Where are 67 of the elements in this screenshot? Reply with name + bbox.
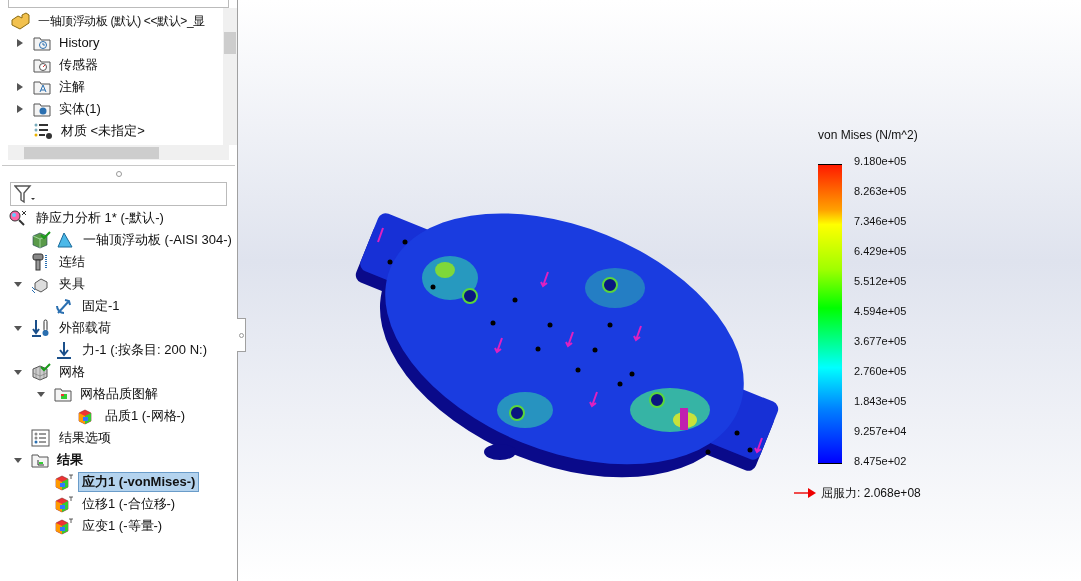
tree-item[interactable]: 一轴顶浮动板 (默认) <<默认>_显 <box>34 11 209 31</box>
result-plot-icon <box>54 495 74 513</box>
scale-label: 8.475e+02 <box>854 454 907 469</box>
result-plot-icon <box>54 517 74 535</box>
scale-label: 3.677e+05 <box>854 334 907 349</box>
tree-item[interactable]: 应力1 (-vonMises-) <box>78 472 200 492</box>
tree-item[interactable]: 网格品质图解 <box>76 384 162 404</box>
expand-arrow-icon[interactable] <box>17 83 23 91</box>
material-list-icon <box>33 122 53 140</box>
load-thermometer-icon <box>31 319 51 337</box>
collapse-arrow-icon[interactable] <box>37 392 45 397</box>
expand-arrow-icon[interactable] <box>17 105 23 113</box>
top-field[interactable] <box>8 0 229 8</box>
force-arrow-icon <box>54 341 74 359</box>
scale-label: 2.760e+05 <box>854 364 907 379</box>
tree-item[interactable]: 夹具 <box>55 274 89 294</box>
scrollbar-thumb[interactable] <box>24 146 159 159</box>
tree-item[interactable]: 结果选项 <box>55 428 115 448</box>
vertical-scrollbar[interactable] <box>223 8 237 145</box>
tree-item[interactable]: 连结 <box>55 252 89 272</box>
expand-arrow-icon[interactable] <box>17 39 23 47</box>
tree-item[interactable]: 实体(1) <box>55 99 105 119</box>
collapse-arrow-icon[interactable] <box>14 458 22 463</box>
scale-label: 9.257e+04 <box>854 424 907 439</box>
body-folder-icon <box>33 101 51 117</box>
yield-arrow-icon <box>794 488 818 498</box>
tree-item[interactable]: 网格 <box>55 362 89 382</box>
tree-item[interactable]: 力-1 (:按条目: 200 N:) <box>78 340 211 360</box>
scale-label: 4.594e+05 <box>854 304 907 319</box>
tree-item[interactable]: 位移1 (-合位移-) <box>78 494 180 514</box>
tree-item[interactable]: 品质1 (-网格-) <box>101 406 190 426</box>
tree-item[interactable]: History <box>55 33 104 53</box>
tree-item[interactable]: 材质 <未指定> <box>57 121 149 141</box>
history-folder-icon <box>33 35 51 51</box>
tree-item[interactable]: 外部载荷 <box>55 318 115 338</box>
filter-icon <box>14 184 36 204</box>
tree-item[interactable]: 固定-1 <box>78 296 124 316</box>
legend-title: von Mises (N/m^2) <box>818 127 919 144</box>
tree-item[interactable]: 一轴顶浮动板 (-AISI 304-) <box>79 230 236 250</box>
mesh-icon <box>31 363 51 381</box>
tree-item[interactable]: 应变1 (-等量-) <box>78 516 167 536</box>
plot-folder-icon <box>54 386 72 402</box>
results-folder-icon <box>31 452 49 468</box>
tree-item[interactable]: 传感器 <box>55 55 102 75</box>
collapse-arrow-icon[interactable] <box>14 282 22 287</box>
horizontal-scrollbar[interactable] <box>8 145 229 160</box>
scale-label: 8.263e+05 <box>854 184 907 199</box>
scale-label: 5.512e+05 <box>854 274 907 289</box>
options-list-icon <box>31 429 51 447</box>
tree-item[interactable]: 结果 <box>53 450 87 470</box>
tree-item[interactable]: 静应力分析 1* (-默认-) <box>32 208 168 228</box>
scale-label: 9.180e+05 <box>854 154 907 169</box>
study-icon <box>8 209 28 227</box>
scrollbar-thumb[interactable] <box>224 31 236 54</box>
yield-strength-label: 屈服力: 2.068e+08 <box>821 485 921 502</box>
part-icon <box>10 12 30 30</box>
scale-label: 6.429e+05 <box>854 244 907 259</box>
collapse-arrow-icon[interactable] <box>14 370 22 375</box>
annotation-folder-icon <box>33 79 51 95</box>
scale-label: 7.346e+05 <box>854 214 907 229</box>
collapse-arrow-icon[interactable] <box>14 326 22 331</box>
result-plot-icon <box>54 473 74 491</box>
sensor-folder-icon <box>33 57 51 73</box>
scale-label: 1.843e+05 <box>854 394 907 409</box>
filter-field[interactable] <box>10 182 227 206</box>
tree-item[interactable]: 注解 <box>55 77 89 97</box>
solid-part-icon <box>31 231 75 249</box>
